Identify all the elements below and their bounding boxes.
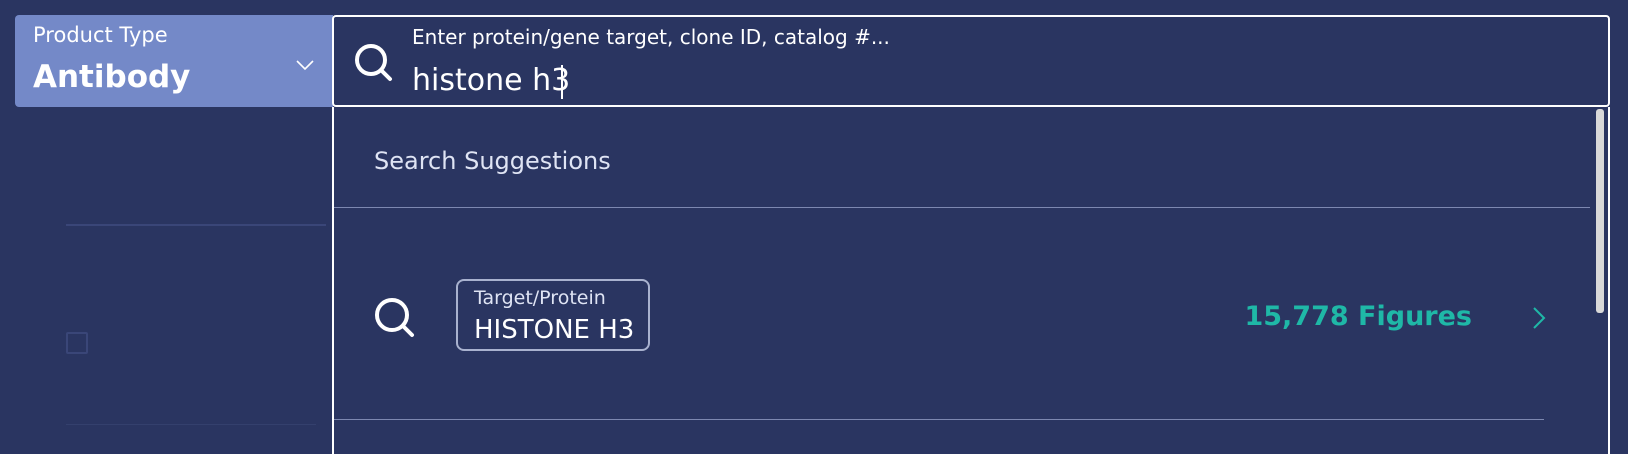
suggestion-type: Target/Protein [474,287,606,309]
chevron-right-icon[interactable] [1529,305,1549,331]
search-suggestions-dropdown: Search Suggestions Target/Protein HISTON… [332,107,1610,454]
chevron-down-icon [296,60,314,71]
figures-count[interactable]: 15,778 Figures [1244,301,1472,332]
background-divider [66,424,316,425]
product-type-value: Antibody [33,59,191,95]
suggestion-value: HISTONE H3 [474,315,635,345]
search-suggestions-header: Search Suggestions [374,147,611,175]
page: Product Type Antibody Enter protein/gene… [0,0,1628,454]
suggestion-tag: Target/Protein HISTONE H3 [456,279,650,351]
search-label: Enter protein/gene target, clone ID, cat… [412,25,890,49]
search-input[interactable] [412,59,1512,101]
scrollbar-thumb[interactable] [1596,109,1604,313]
product-type-label: Product Type [33,23,168,47]
background-tab-underline [66,224,326,226]
divider [334,419,1544,420]
background-checkbox [66,332,88,354]
search-box[interactable]: Enter protein/gene target, clone ID, cat… [332,15,1610,107]
text-caret [561,65,563,99]
search-icon [375,298,414,337]
suggestion-item[interactable]: Target/Protein HISTONE H3 15,778 Figures [334,207,1590,417]
product-type-select[interactable]: Product Type Antibody [15,15,333,107]
search-icon [355,44,392,81]
